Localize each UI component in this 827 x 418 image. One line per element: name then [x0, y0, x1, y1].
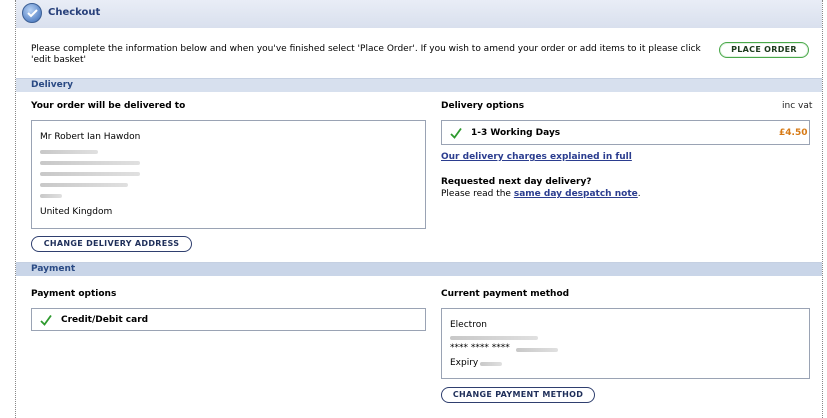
current-payment-box: Electron **** **** **** Expiry — [441, 308, 810, 379]
next-day-prefix: Please read the — [441, 189, 511, 199]
delivery-charges-link[interactable]: Our delivery charges explained in full — [441, 152, 632, 162]
checkmark-icon — [450, 127, 462, 139]
redacted-card-holder — [450, 336, 538, 340]
address-country: United Kingdom — [40, 207, 113, 217]
redacted-card-digits — [516, 348, 558, 352]
redacted-address-line — [40, 183, 128, 187]
next-day-question: Requested next day delivery? — [441, 177, 592, 187]
current-payment-heading: Current payment method — [441, 289, 570, 299]
payment-option-row[interactable]: Credit/Debit card — [31, 308, 426, 331]
intro-text: Please complete the information below an… — [31, 44, 701, 65]
delivery-address-heading: Your order will be delivered to — [31, 101, 186, 111]
checkout-header: Checkout — [16, 0, 822, 28]
payment-section-header: Payment — [16, 262, 822, 276]
redacted-address-line — [40, 150, 98, 154]
inc-vat-label: inc vat — [782, 101, 813, 111]
change-payment-method-button[interactable]: CHANGE PAYMENT METHOD — [441, 387, 595, 403]
change-delivery-address-button[interactable]: CHANGE DELIVERY ADDRESS — [31, 236, 192, 252]
delivery-address-box: Mr Robert Ian Hawdon United Kingdom — [31, 120, 426, 229]
next-day-note: Please read the same day despatch note. — [441, 189, 641, 199]
place-order-button[interactable]: PLACE ORDER — [719, 42, 809, 58]
payment-option-label: Credit/Debit card — [61, 315, 149, 325]
checkout-shield-icon — [22, 3, 42, 23]
redacted-address-line — [40, 194, 62, 198]
expiry-label: Expiry — [450, 358, 479, 368]
checkmark-icon — [40, 314, 52, 326]
card-number: **** **** **** — [450, 343, 510, 353]
redacted-address-line — [40, 161, 140, 165]
redacted-expiry — [480, 362, 502, 366]
page-title: Checkout — [48, 7, 101, 18]
payment-options-heading: Payment options — [31, 289, 117, 299]
delivery-option-price: £4.50 — [779, 128, 808, 138]
delivery-options-heading: Delivery options — [441, 101, 525, 111]
delivery-section-header: Delivery — [16, 78, 822, 92]
delivery-option-label: 1-3 Working Days — [471, 128, 561, 138]
next-day-suffix: . — [637, 189, 641, 199]
redacted-address-line — [40, 172, 140, 176]
same-day-despatch-link[interactable]: same day despatch note — [514, 189, 638, 199]
address-name: Mr Robert Ian Hawdon — [40, 132, 141, 142]
delivery-option-row[interactable]: 1-3 Working Days £4.50 — [441, 120, 810, 145]
card-type: Electron — [450, 320, 487, 330]
